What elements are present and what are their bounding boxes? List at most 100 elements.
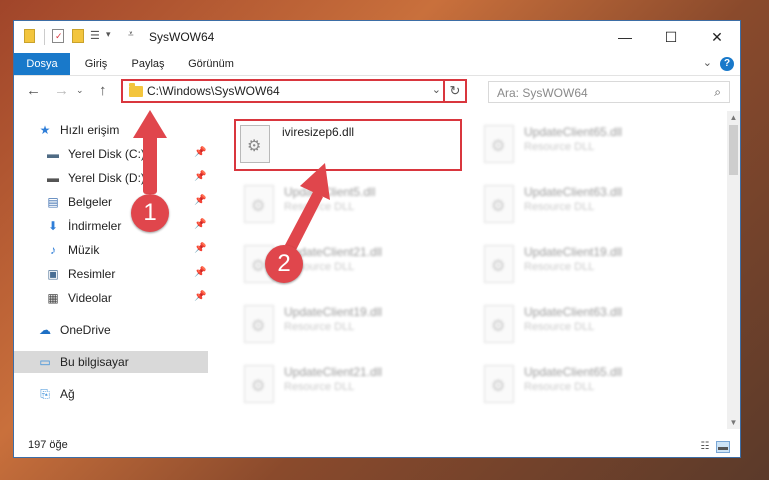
nav-label: Belgeler [68, 195, 113, 209]
tiles-view-icon[interactable]: ▬ [716, 441, 730, 453]
scroll-thumb[interactable] [729, 125, 738, 175]
dll-file-icon [240, 125, 270, 163]
documents-icon: ▤ [47, 195, 59, 209]
network-icon: ⎘ [40, 387, 50, 401]
file-tile[interactable]: UpdateClient5.dll Resource DLL [236, 179, 464, 231]
pin-icon[interactable]: 📌 [194, 171, 206, 182]
file-type: Resource DLL [524, 201, 595, 213]
chevron-down-icon[interactable]: ▾ [106, 29, 111, 40]
music-icon: ♪ [50, 243, 56, 257]
nav-label: Videolar [68, 291, 112, 305]
file-name: UpdateClient19.dll [524, 245, 623, 259]
new-folder-icon[interactable] [72, 29, 84, 43]
nav-music[interactable]: ♪ Müzik 📌 [14, 239, 208, 261]
callout-2: 2 [265, 245, 303, 283]
nav-label: Ağ [60, 387, 75, 401]
maximize-button[interactable]: ☐ [648, 21, 694, 53]
nav-label: Resimler [68, 267, 116, 281]
nav-documents[interactable]: ▤ Belgeler 📌 [14, 191, 208, 213]
scroll-up-icon[interactable]: ▲ [727, 113, 740, 122]
recent-locations-icon[interactable]: ⌄ [76, 85, 84, 96]
up-button[interactable]: ↑ [99, 82, 107, 99]
toolbar-pulldown-icon[interactable]: ⩡ [128, 29, 134, 40]
help-icon[interactable]: ? [720, 57, 734, 71]
customize-icon[interactable]: ☰ [90, 29, 104, 43]
navigation-pane: ★ Hızlı erişim ▬ Yerel Disk (C:) 📌 ▬ Yer… [14, 113, 208, 429]
expand-ribbon-icon[interactable]: ⌄ [703, 56, 712, 69]
nav-onedrive[interactable]: ☁ OneDrive [14, 319, 208, 341]
address-path: C:\Windows\SysWOW64 [147, 84, 280, 98]
file-name: UpdateClient65.dll [524, 125, 623, 139]
file-type: Resource DLL [524, 261, 595, 273]
folder-icon [24, 29, 35, 43]
nav-label: İndirmeler [68, 219, 122, 233]
pin-icon[interactable]: 📌 [194, 219, 206, 230]
onedrive-icon: ☁ [39, 323, 51, 337]
pictures-icon: ▣ [47, 267, 59, 281]
file-name: UpdateClient65.dll [524, 365, 623, 379]
tab-home[interactable]: Giriş [74, 53, 118, 75]
scroll-down-icon[interactable]: ▼ [727, 418, 740, 427]
back-button[interactable]: ← [26, 82, 41, 99]
pin-icon[interactable]: 📌 [194, 147, 206, 158]
nav-quick-access[interactable]: ★ Hızlı erişim [14, 119, 208, 141]
dll-file-icon [244, 365, 274, 403]
callout-1: 1 [131, 194, 169, 232]
refresh-button[interactable]: ↻ [443, 81, 465, 101]
computer-icon: ▭ [39, 355, 51, 369]
file-type: Resource DLL [284, 321, 355, 333]
nav-label: Yerel Disk (C:) [68, 147, 145, 161]
search-input[interactable]: Ara: SysWOW64 ⌕ [488, 81, 730, 103]
properties-icon[interactable]: ✓ [52, 29, 64, 43]
minimize-button[interactable]: — [602, 21, 648, 53]
nav-pictures[interactable]: ▣ Resimler 📌 [14, 263, 208, 285]
downloads-icon: ⬇ [47, 219, 59, 233]
vertical-scrollbar[interactable]: ▲ ▼ [727, 111, 740, 429]
file-tile[interactable]: UpdateClient21.dll Resource DLL [236, 359, 464, 411]
file-name: UpdateClient5.dll [284, 185, 376, 199]
tab-view[interactable]: Görünüm [180, 53, 242, 75]
videos-icon: ▦ [47, 291, 59, 305]
dll-file-icon [244, 185, 274, 223]
file-tile[interactable]: UpdateClient65.dll Resource DLL [476, 359, 704, 411]
tab-share[interactable]: Paylaş [122, 53, 174, 75]
title-bar: ✓ ☰ ▾ ⩡ SysWOW64 — ☐ ✕ [14, 21, 740, 53]
file-tile[interactable]: UpdateClient19.dll Resource DLL [236, 299, 464, 351]
forward-button[interactable]: → [54, 82, 69, 99]
nav-label: Yerel Disk (D:) [68, 171, 145, 185]
file-tile[interactable]: UpdateClient65.dll Resource DLL [476, 119, 704, 171]
nav-local-disk-d[interactable]: ▬ Yerel Disk (D:) 📌 [14, 167, 208, 189]
file-name: UpdateClient63.dll [524, 185, 623, 199]
pin-icon[interactable]: 📌 [194, 291, 206, 302]
dll-file-icon [484, 185, 514, 223]
file-name: UpdateClient21.dll [284, 365, 383, 379]
dll-file-icon [484, 125, 514, 163]
file-type: Resource DLL [284, 381, 355, 393]
tab-file[interactable]: Dosya [14, 53, 70, 75]
dll-file-icon [484, 245, 514, 283]
nav-network[interactable]: ⎘ Ağ [14, 383, 208, 405]
item-count: 197 öğe [28, 439, 68, 451]
file-tile[interactable]: UpdateClient63.dll Resource DLL [476, 179, 704, 231]
nav-label: Hızlı erişim [60, 123, 120, 137]
file-name: UpdateClient63.dll [524, 305, 623, 319]
pin-icon[interactable]: 📌 [194, 243, 206, 254]
nav-local-disk-c[interactable]: ▬ Yerel Disk (C:) 📌 [14, 143, 208, 165]
ribbon-tabs: Dosya Giriş Paylaş Görünüm ⌄ ? [14, 53, 740, 76]
pin-icon[interactable]: 📌 [194, 195, 206, 206]
pin-icon[interactable]: 📌 [194, 267, 206, 278]
details-view-icon[interactable]: ☷ [698, 441, 712, 453]
file-tile[interactable]: UpdateClient19.dll Resource DLL [476, 239, 704, 291]
nav-downloads[interactable]: ⬇ İndirmeler 📌 [14, 215, 208, 237]
nav-label: Müzik [68, 243, 100, 257]
address-dropdown-icon[interactable]: ⌄ [432, 83, 441, 96]
file-tile-selected[interactable]: iviresizep6.dll [234, 119, 462, 171]
address-bar[interactable]: C:\Windows\SysWOW64 ⌄ ↻ [121, 79, 467, 103]
close-button[interactable]: ✕ [694, 21, 740, 53]
file-type: Resource DLL [284, 201, 355, 213]
nav-videos[interactable]: ▦ Videolar 📌 [14, 287, 208, 309]
folder-icon [129, 83, 143, 97]
separator [44, 29, 45, 45]
file-tile[interactable]: UpdateClient63.dll Resource DLL [476, 299, 704, 351]
nav-this-pc[interactable]: ▭ Bu bilgisayar [14, 351, 208, 373]
